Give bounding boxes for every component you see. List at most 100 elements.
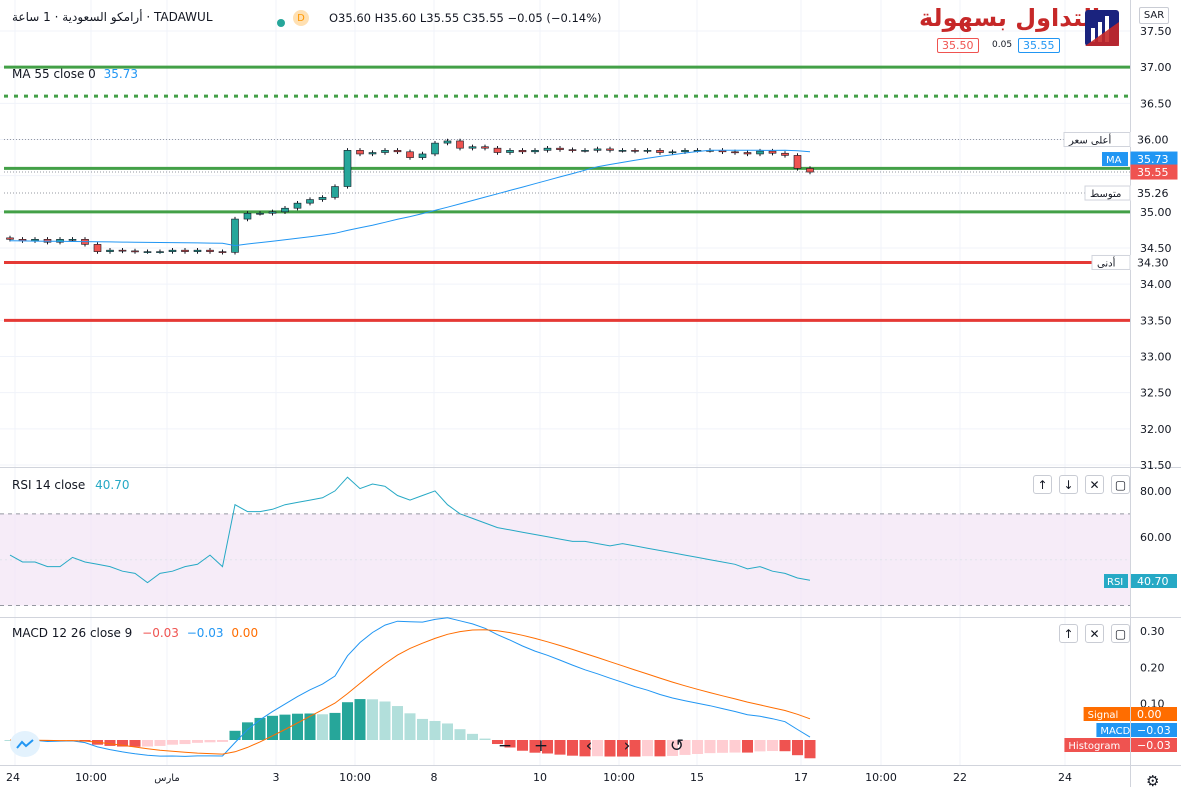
rsi-tick-label: 60.00 (1140, 531, 1172, 544)
time-tick-label: 3 (273, 771, 280, 784)
close-value: C35.55 (462, 11, 504, 25)
rsi-legend[interactable]: RSI 14 close 40.70 (12, 478, 130, 492)
open-value: O35.60 (329, 11, 371, 25)
time-tick-label: 10:00 (339, 771, 371, 784)
zoom-out-button[interactable]: − (492, 733, 518, 759)
macd-histogram-bar (342, 702, 353, 740)
time-tick-label: 17 (794, 771, 808, 784)
interval-badge: D (293, 10, 309, 26)
macd-tag-value: −0.03 (1137, 724, 1171, 737)
candle-down (206, 249, 214, 252)
macd-histogram-bar (479, 738, 491, 740)
macd-histogram-bar (254, 717, 266, 740)
macd-histogram-bar (729, 740, 741, 753)
time-tick-label: 8 (431, 771, 438, 784)
price-tick-label: 32.00 (1140, 423, 1172, 436)
rsi-move-up-button[interactable]: ↑ (1033, 475, 1052, 494)
scroll-left-button[interactable]: ‹ (576, 733, 602, 759)
macd-tag-value: −0.03 (1137, 739, 1171, 752)
candle-down (456, 140, 464, 149)
candle-up (443, 140, 452, 144)
macd-histogram-bar (717, 740, 728, 753)
candle-down (768, 150, 777, 154)
price-tick-label: 31.50 (1140, 459, 1172, 472)
candle-up (293, 202, 302, 209)
macd-histogram-bar (517, 740, 528, 751)
rsi-move-down-button[interactable]: ↓ (1059, 475, 1078, 494)
time-tick-label: 24 (6, 771, 20, 784)
currency-badge[interactable]: SAR (1139, 7, 1169, 24)
tradingview-icon[interactable] (10, 731, 40, 757)
macd-histogram-bar (417, 718, 428, 740)
ma-legend[interactable]: MA 55 close 0 35.73 (12, 67, 138, 81)
macd-histogram-bar (217, 740, 228, 742)
candle-down (356, 150, 364, 155)
candle-up (168, 249, 177, 252)
candle-up (156, 251, 164, 253)
candle-down (731, 151, 739, 154)
macd-histogram-bar (404, 713, 416, 740)
candle-up (281, 207, 289, 213)
macd-tag-label: MACD (1100, 726, 1130, 737)
time-tick-label: 10 (533, 771, 547, 784)
status-dot (277, 12, 285, 31)
candle-up (231, 218, 239, 253)
candle-down (6, 237, 14, 240)
time-tick-label: 10:00 (865, 771, 897, 784)
ask-price[interactable]: 35.55 (1018, 38, 1060, 53)
zoom-in-button[interactable]: + (528, 733, 554, 759)
ohlc-readout: O35.60 H35.60 L35.55 C35.55 −0.05 (−0.14… (329, 11, 602, 25)
candle-down (393, 150, 402, 153)
rsi-maximize-button[interactable]: ▢ (1111, 475, 1130, 494)
candle-down (556, 147, 564, 150)
price-tick-label: 33.00 (1140, 351, 1172, 364)
candle-down (406, 151, 414, 158)
macd-legend-label: MACD 12 26 close 9 (12, 626, 133, 640)
macd-histogram-bar (179, 740, 191, 745)
settings-gear-icon[interactable]: ⚙ (1146, 772, 1159, 790)
scroll-right-button[interactable]: › (614, 733, 640, 759)
macd-move-up-button[interactable]: ↑ (1059, 624, 1078, 643)
rsi-close-button[interactable]: ✕ (1085, 475, 1104, 494)
candle-up (643, 150, 652, 152)
rsi-legend-label: RSI 14 close (12, 478, 86, 492)
macd-histogram-bar (704, 740, 716, 754)
candle-down (743, 152, 752, 155)
macd-histogram-bar (192, 740, 203, 743)
macd-maximize-button[interactable]: ▢ (1111, 624, 1130, 643)
candle-up (243, 212, 252, 220)
logo-text: التداول بسهولة (919, 4, 1101, 32)
candle-up (618, 150, 627, 152)
candle-down (606, 148, 614, 151)
macd-close-button[interactable]: ✕ (1085, 624, 1104, 643)
macd-histogram-bar (329, 712, 341, 740)
macd-legend[interactable]: MACD 12 26 close 9 −0.03 −0.03 0.00 (12, 626, 258, 640)
price-tick-label: 36.50 (1140, 97, 1172, 110)
time-tick-label: مارس (154, 773, 179, 784)
last-price-tag-value: 35.55 (1137, 166, 1169, 179)
macd-histogram-bar (317, 714, 328, 740)
macd-histogram-bar (204, 740, 216, 743)
rsi-tick-label: 80.00 (1140, 485, 1172, 498)
candle-down (131, 250, 139, 253)
high-price-tag-value: 36.00 (1137, 134, 1169, 147)
price-tick-label: 35.00 (1140, 206, 1172, 219)
macd-histogram-bar (129, 740, 141, 747)
reset-view-button[interactable]: ↺ (664, 733, 690, 759)
avg-price-tag-label: متوسط (1090, 189, 1121, 200)
ma-line (9, 149, 811, 247)
candle-up (306, 199, 314, 204)
candle-up (143, 251, 152, 253)
bid-price[interactable]: 35.50 (937, 38, 979, 53)
candle-up (543, 147, 552, 151)
candle-down (656, 150, 664, 153)
candle-down (781, 152, 789, 156)
chart-canvas[interactable]: 37.50 37.00 36.50 36.00 35.50 35.00 34.50 34.00… (0, 0, 1181, 787)
symbol-header[interactable]: أرامكو السعودية · 1 ساعة · TADAWUL (12, 10, 213, 24)
macd-histogram-bar (304, 713, 316, 740)
rsi-value-tag: 40.70 (1137, 575, 1169, 588)
time-tick-label: 24 (1058, 771, 1072, 784)
time-tick-label: 15 (690, 771, 704, 784)
macd-tag-value: 0.00 (1137, 708, 1162, 721)
macd-histogram-bar (379, 701, 391, 740)
